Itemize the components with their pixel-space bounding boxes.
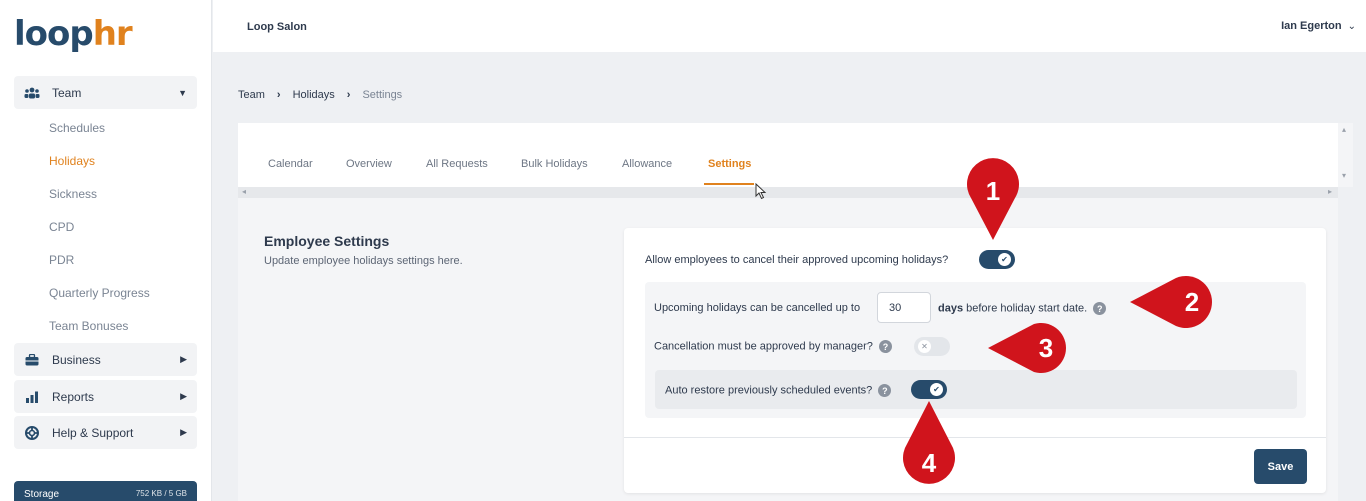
callout-marker-2: 2 [1130, 276, 1212, 328]
tab-allowance[interactable]: Allowance [622, 158, 672, 170]
breadcrumb-settings: Settings [362, 89, 403, 101]
cancel-days-suffix: before holiday start date. [966, 302, 1088, 315]
tab-calendar[interactable]: Calendar [268, 158, 313, 170]
briefcase-icon [24, 353, 40, 367]
auto-restore-label-group: Auto restore previously scheduled events… [665, 384, 892, 397]
auto-restore-label: Auto restore previously scheduled events… [665, 384, 873, 397]
cancel-days-input[interactable] [877, 292, 931, 323]
breadcrumb: Team › Holidays › Settings [238, 89, 402, 101]
user-menu[interactable]: Ian Egerton ⌄ [1281, 20, 1356, 32]
tab-bulk-holidays[interactable]: Bulk Holidays [521, 158, 588, 170]
auto-restore-toggle[interactable]: ✔ [911, 380, 947, 399]
loophr-logo[interactable]: loophr [14, 14, 133, 54]
scroll-up-icon[interactable]: ▴ [1342, 125, 1346, 134]
organization-name: Loop Salon [247, 21, 307, 33]
scroll-down-icon[interactable]: ▾ [1342, 171, 1346, 180]
sidebar-item-team[interactable]: Team ▼ [14, 76, 197, 109]
storage-widget: Storage 752 KB / 5 GB [14, 481, 197, 501]
manager-approval-label: Cancellation must be approved by manager… [654, 340, 873, 353]
horizontal-scrollbar[interactable]: ◂ ▸ [238, 187, 1338, 198]
sidebar-item-help-support[interactable]: Help & Support ▶ [14, 416, 197, 449]
allow-cancel-toggle[interactable]: ✔ [979, 250, 1015, 269]
help-icon[interactable]: ? [1093, 302, 1107, 315]
top-bar: Loop Salon Ian Egerton ⌄ [213, 0, 1366, 52]
sidebar-subitem-schedules[interactable]: Schedules [49, 121, 105, 135]
help-icon[interactable]: ? [878, 384, 892, 397]
callout-marker-1: 1 [967, 158, 1019, 240]
section-description: Update employee holidays settings here. [264, 255, 463, 267]
caret-right-icon: ▶ [180, 354, 187, 364]
chevron-right-icon: › [276, 89, 281, 101]
bar-chart-icon [24, 390, 40, 404]
sidebar-item-label: Help & Support [52, 425, 134, 440]
storage-value: 752 KB / 5 GB [135, 489, 187, 498]
svg-text:3: 3 [1039, 333, 1053, 363]
manager-approval-group: Cancellation must be approved by manager… [654, 340, 892, 353]
scroll-left-icon[interactable]: ◂ [242, 187, 246, 196]
days-word: days [938, 302, 964, 315]
sidebar-item-reports[interactable]: Reports ▶ [14, 380, 197, 413]
sidebar-item-label: Reports [52, 389, 95, 404]
vertical-scrollbar[interactable]: ▴ ▾ [1338, 123, 1353, 187]
team-icon [24, 86, 40, 100]
save-button[interactable]: Save [1254, 449, 1307, 484]
user-name: Ian Egerton [1281, 20, 1342, 32]
check-icon: ✔ [930, 383, 943, 396]
sidebar-subitem-sickness[interactable]: Sickness [49, 187, 97, 201]
breadcrumb-team[interactable]: Team [238, 89, 265, 101]
storage-label: Storage [24, 489, 60, 500]
allow-cancel-label: Allow employees to cancel their approved… [645, 254, 949, 266]
sidebar: loophr Team ▼ Schedules Holidays Sicknes… [0, 0, 212, 501]
lifebuoy-icon [24, 425, 40, 440]
chevron-down-icon: ⌄ [1347, 21, 1356, 32]
caret-right-icon: ▶ [180, 391, 187, 401]
help-icon[interactable]: ? [878, 340, 892, 353]
breadcrumb-holidays[interactable]: Holidays [293, 89, 335, 101]
svg-text:2: 2 [1185, 287, 1199, 317]
tab-all-requests[interactable]: All Requests [426, 158, 488, 170]
section-title: Employee Settings [264, 233, 390, 249]
tab-settings[interactable]: Settings [708, 158, 751, 170]
svg-text:1: 1 [986, 176, 1000, 206]
chevron-right-icon: › [346, 89, 351, 101]
sidebar-subitem-cpd[interactable]: CPD [49, 220, 74, 234]
sidebar-subitem-pdr[interactable]: PDR [49, 253, 74, 267]
scroll-right-icon[interactable]: ▸ [1328, 187, 1332, 196]
mouse-cursor-icon [755, 183, 767, 200]
panel-divider [624, 437, 1326, 438]
active-tab-indicator [704, 183, 754, 185]
cancel-days-suffix-group: days before holiday start date. ? [938, 302, 1107, 315]
tabs-bar [238, 123, 1338, 187]
sidebar-subitem-holidays[interactable]: Holidays [49, 154, 95, 168]
caret-down-icon: ▼ [178, 87, 187, 98]
svg-text:4: 4 [922, 448, 937, 478]
cancel-days-prefix: Upcoming holidays can be cancelled up to [654, 302, 861, 314]
manager-approval-toggle[interactable]: ✕ [914, 337, 950, 356]
sidebar-item-label: Business [52, 352, 101, 367]
sidebar-subitem-quarterly-progress[interactable]: Quarterly Progress [49, 286, 150, 300]
callout-marker-3: 3 [988, 323, 1066, 373]
check-icon: ✔ [998, 253, 1011, 266]
caret-right-icon: ▶ [180, 427, 187, 437]
callout-marker-4: 4 [903, 401, 955, 484]
close-icon: ✕ [918, 340, 931, 353]
sidebar-item-label: Team [52, 85, 82, 100]
sidebar-subitem-team-bonuses[interactable]: Team Bonuses [49, 319, 128, 333]
tab-overview[interactable]: Overview [346, 158, 392, 170]
sidebar-item-business[interactable]: Business ▶ [14, 343, 197, 376]
